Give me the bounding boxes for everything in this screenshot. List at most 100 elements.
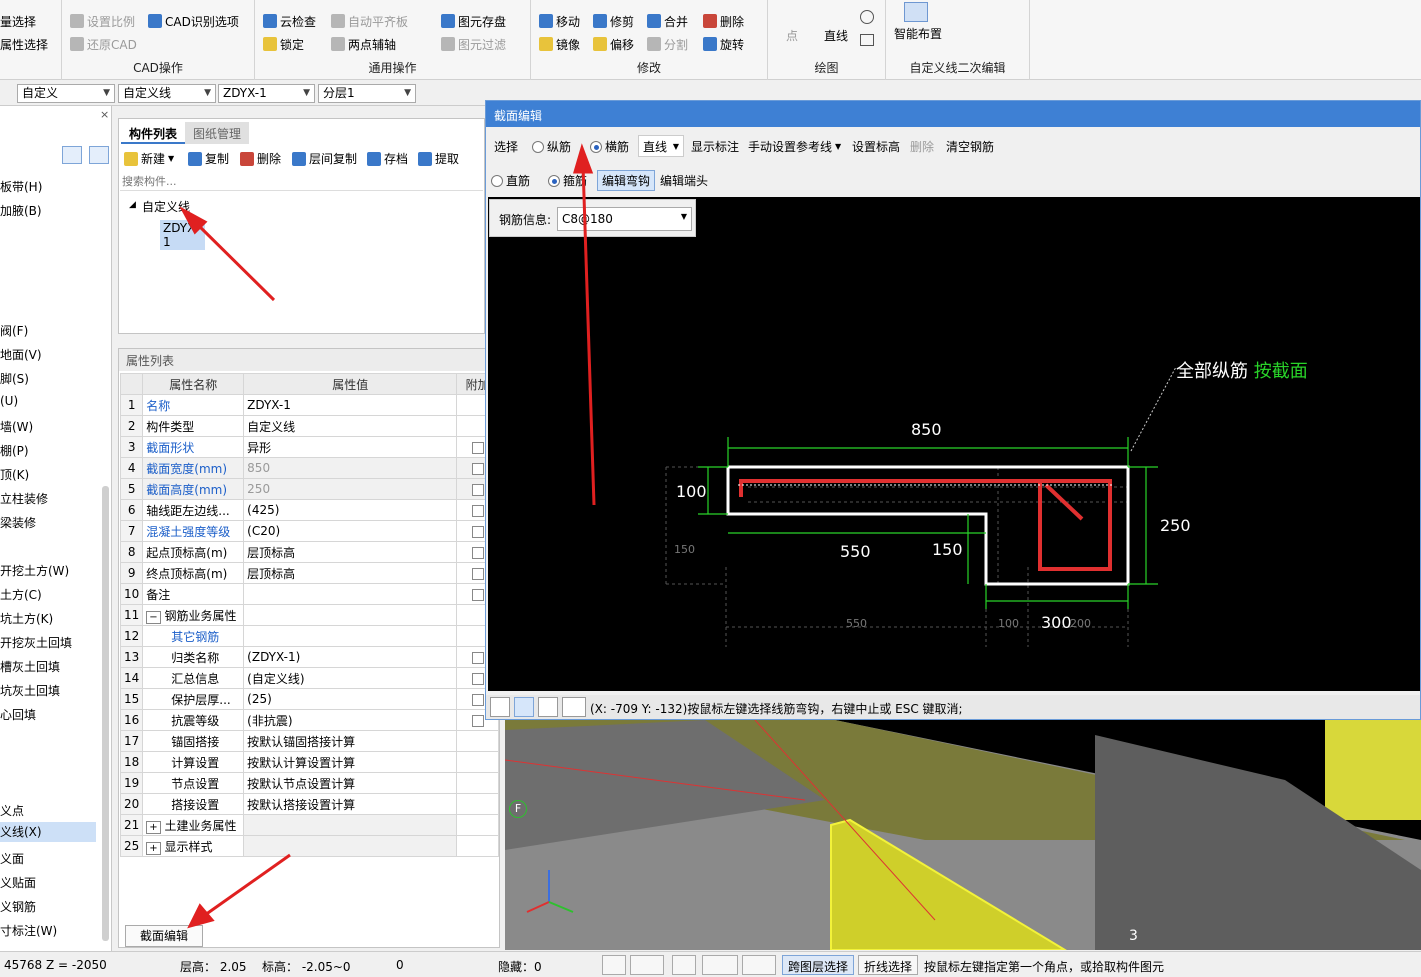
expand-icon[interactable]: +	[146, 820, 161, 834]
table-row[interactable]: 15 保护层厚... (25)	[119, 688, 499, 710]
table-row[interactable]: 20 搭接设置 按默认搭接设置计算	[119, 793, 499, 815]
radio-stirrup[interactable]: 箍筋	[548, 172, 587, 189]
row-value[interactable]: 按默认节点设置计算	[243, 772, 458, 794]
row-value[interactable]: 层顶标高	[243, 541, 458, 563]
expand-icon[interactable]: +	[146, 841, 161, 855]
mirror-button[interactable]: 镜像	[539, 35, 580, 53]
row-value[interactable]: (自定义线)	[243, 667, 458, 689]
nav-item[interactable]: 阀(F)	[0, 322, 28, 339]
cloud-check-button[interactable]: 云检查	[263, 12, 316, 30]
collapse-icon[interactable]: −	[146, 610, 161, 624]
row-value[interactable]: 自定义线	[243, 415, 458, 437]
row-value[interactable]	[243, 625, 458, 647]
perpendicular-icon[interactable]	[538, 697, 558, 717]
smart-layout-button[interactable]: 智能布置	[894, 24, 942, 42]
table-row[interactable]: 2 构件类型 自定义线	[119, 415, 499, 437]
row-value[interactable]: ZDYX-1	[243, 394, 458, 416]
nav-item[interactable]: 义钢筋	[0, 898, 36, 915]
radio-straight[interactable]: 直筋	[491, 172, 530, 189]
row-value[interactable]	[243, 583, 458, 605]
nav-item[interactable]: 开挖灰土回填	[0, 634, 72, 651]
row-value[interactable]: (非抗震)	[243, 709, 458, 731]
point-button[interactable]: 点	[786, 26, 798, 44]
nav-item[interactable]: 坑灰土回填	[0, 682, 60, 699]
rectangle-icon[interactable]	[860, 34, 874, 46]
nav-item[interactable]: 加腋(B)	[0, 202, 42, 219]
scrollbar[interactable]	[102, 486, 109, 941]
tree-node-parent[interactable]: 自定义线	[142, 198, 190, 215]
nav-item[interactable]: 义点	[0, 802, 24, 819]
row-value[interactable]: (425)	[243, 499, 458, 521]
table-row[interactable]: 5 截面高度(mm) 250	[119, 478, 499, 500]
snap-icon[interactable]	[514, 697, 534, 717]
table-row[interactable]: 10 备注	[119, 583, 499, 605]
show-label-button[interactable]: 显示标注	[691, 138, 739, 155]
checkbox[interactable]	[471, 441, 484, 454]
nav-item[interactable]: 板带(H)	[0, 178, 42, 195]
nav-item[interactable]: 墙(W)	[0, 418, 33, 435]
table-row[interactable]: 25 + 显示样式	[119, 835, 499, 857]
table-row[interactable]: 13 归类名称 (ZDYX-1)	[119, 646, 499, 668]
nav-item[interactable]: 义贴面	[0, 874, 36, 891]
save-element-button[interactable]: 图元存盘	[441, 12, 506, 30]
checkbox[interactable]	[471, 504, 484, 517]
row-value[interactable]: 按默认计算设置计算	[243, 751, 458, 773]
row-value[interactable]: 850	[243, 457, 458, 479]
nav-item[interactable]: 脚(S)	[0, 370, 29, 387]
attribute-select-button[interactable]: 属性选择	[0, 35, 48, 53]
nav-item[interactable]: 寸标注(W)	[0, 922, 57, 939]
cad-recognition-button[interactable]: CAD识别选项	[148, 12, 239, 30]
split-button[interactable]: 分割	[647, 35, 688, 53]
close-icon[interactable]: ×	[100, 108, 109, 121]
table-row[interactable]: 6 轴线距左边线... (425)	[119, 499, 499, 521]
table-row[interactable]: 8 起点顶标高(m) 层顶标高	[119, 541, 499, 563]
trim-button[interactable]: 修剪	[593, 12, 634, 30]
dialog-delete-button[interactable]: 删除	[910, 138, 934, 155]
row-value[interactable]: (C20)	[243, 520, 458, 542]
row-value[interactable]: 异形	[243, 436, 458, 458]
nav-item[interactable]: 立柱装修	[0, 490, 48, 507]
row-value[interactable]: (ZDYX-1)	[243, 646, 458, 668]
row-value[interactable]: 按默认搭接设置计算	[243, 793, 458, 815]
select-mode-icon[interactable]	[630, 955, 664, 975]
section-edit-button[interactable]: 截面编辑	[125, 925, 203, 947]
grid-view-icon[interactable]	[89, 146, 109, 164]
edit-end-button[interactable]: 编辑端头	[660, 172, 708, 189]
snap-point-icon[interactable]	[742, 955, 776, 975]
checkbox[interactable]	[471, 651, 484, 664]
table-row[interactable]: 9 终点顶标高(m) 层顶标高	[119, 562, 499, 584]
ortho-icon[interactable]	[490, 697, 510, 717]
nav-item-selected[interactable]: 义线(X)	[0, 822, 96, 842]
nav-item[interactable]: 土方(C)	[0, 586, 42, 603]
element-filter-button[interactable]: 图元过滤	[441, 35, 506, 53]
component-search-input[interactable]	[120, 173, 483, 191]
delete-component-button[interactable]: 删除	[240, 150, 281, 167]
radio-longitudinal[interactable]: 纵筋	[532, 138, 571, 155]
table-row[interactable]: 1 名称 ZDYX-1	[119, 394, 499, 416]
row-value[interactable]: (25)	[243, 688, 458, 710]
circle-icon[interactable]	[860, 10, 874, 24]
angle-icon[interactable]	[702, 955, 738, 975]
select-tool-button[interactable]: 选择	[494, 138, 518, 155]
dialog-title[interactable]: 截面编辑	[486, 101, 1420, 127]
cross-layer-select-button[interactable]: 跨图层选择	[782, 955, 855, 975]
ortho-toggle-icon[interactable]	[602, 955, 626, 975]
table-row[interactable]: 19 节点设置 按默认节点设置计算	[119, 772, 499, 794]
cross-icon[interactable]	[672, 955, 696, 975]
move-button[interactable]: 移动	[539, 12, 580, 30]
3d-viewport[interactable]: F 3	[504, 719, 1421, 951]
copy-button[interactable]: 复制	[188, 150, 229, 167]
nav-item[interactable]: 地面(V)	[0, 346, 42, 363]
group-title-modify[interactable]: 修改	[531, 59, 767, 76]
line-button[interactable]: 直线	[824, 26, 848, 44]
row-value[interactable]: 层顶标高	[243, 562, 458, 584]
offset-button[interactable]: 偏移	[593, 35, 634, 53]
rotate-button[interactable]: 旋转	[703, 35, 744, 53]
new-button[interactable]: 新建 ▼	[124, 150, 174, 167]
nav-item[interactable]: 顶(K)	[0, 466, 29, 483]
table-row[interactable]: 14 汇总信息 (自定义线)	[119, 667, 499, 689]
merge-button[interactable]: 合并	[647, 12, 688, 30]
row-value[interactable]: 250	[243, 478, 458, 500]
table-row[interactable]: 12 其它钢筋	[119, 625, 499, 647]
checkbox[interactable]	[471, 588, 484, 601]
